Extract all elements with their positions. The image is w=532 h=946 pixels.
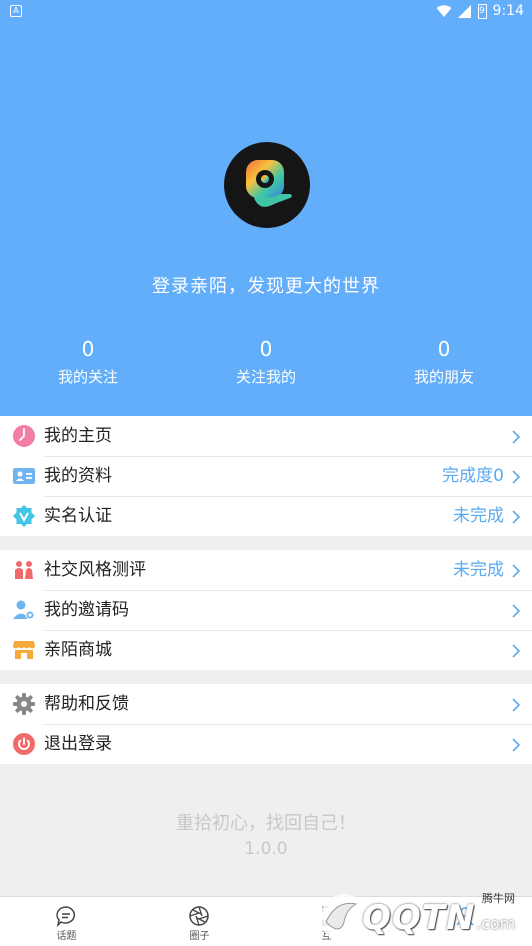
clock-icon bbox=[13, 425, 35, 447]
login-prompt[interactable]: 登录亲陌，发现更大的世界 bbox=[0, 272, 532, 298]
stat-label: 关注我的 bbox=[235, 368, 296, 386]
menu-item-label: 我的资料 bbox=[44, 466, 112, 486]
menu-item-help-feedback[interactable]: 帮助和反馈 bbox=[0, 684, 532, 724]
tab-topics[interactable]: 话题 bbox=[0, 897, 133, 946]
profile-header: A 9 9:14 登录亲陌，发现更大的世界 0 我的关注 0 关注我的 0 我的… bbox=[0, 0, 532, 416]
signal-icon bbox=[457, 4, 471, 18]
avatar[interactable] bbox=[224, 142, 310, 228]
tab-label: 话题 bbox=[56, 931, 77, 942]
tab-label: 圈子 bbox=[189, 931, 210, 942]
tab-circles[interactable]: 圈子 bbox=[133, 897, 266, 946]
menu-item-label: 我的主页 bbox=[44, 426, 112, 446]
people-icon bbox=[13, 559, 35, 581]
chevron-right-icon bbox=[512, 604, 521, 618]
chevron-right-icon bbox=[512, 510, 521, 524]
user-invite-icon bbox=[13, 599, 35, 621]
aperture-icon bbox=[189, 906, 209, 926]
battery-icon: 9 bbox=[477, 3, 487, 19]
chevron-right-icon bbox=[512, 430, 521, 444]
id-card-icon bbox=[13, 465, 35, 487]
stat-label: 我的朋友 bbox=[413, 368, 474, 386]
menu-item-logout[interactable]: 退出登录 bbox=[0, 724, 532, 764]
menu-item-label: 社交风格测评 bbox=[44, 560, 146, 580]
chevron-right-icon bbox=[512, 738, 521, 752]
watermark-site-name: 腾牛网 bbox=[482, 892, 515, 905]
chevron-right-icon bbox=[512, 564, 521, 578]
chevron-right-icon bbox=[512, 644, 521, 658]
menu-item-my-invite-code[interactable]: 我的邀请码 bbox=[0, 590, 532, 630]
watermark-text: QQTN bbox=[362, 898, 476, 938]
stat-friends[interactable]: 0 我的朋友 bbox=[374, 336, 514, 389]
menu-item-label: 我的邀请码 bbox=[44, 600, 129, 620]
version-text: 1.0.0 bbox=[244, 839, 288, 859]
clock-time: 9:14 bbox=[492, 3, 524, 19]
menu-group-settings: 帮助和反馈 退出登录 bbox=[0, 684, 532, 764]
wifi-icon bbox=[436, 4, 452, 17]
menu-item-real-name-verify[interactable]: 实名认证 未完成 bbox=[0, 496, 532, 536]
menu-item-label: 帮助和反馈 bbox=[44, 694, 129, 714]
stat-label: 我的关注 bbox=[57, 368, 118, 386]
stat-followers[interactable]: 0 关注我的 bbox=[196, 336, 336, 389]
menu-item-shop[interactable]: 亲陌商城 bbox=[0, 630, 532, 670]
menu-item-label: 亲陌商城 bbox=[44, 640, 112, 660]
battery-level: 9 bbox=[479, 5, 485, 16]
chevron-right-icon bbox=[512, 470, 521, 484]
verified-badge-icon bbox=[13, 505, 35, 527]
status-bar: A 9 9:14 bbox=[0, 0, 532, 24]
watermark: QQTN .com 腾牛网 bbox=[312, 888, 532, 946]
sim-indicator: A bbox=[10, 5, 22, 17]
menu-group-social: 社交风格测评 未完成 我的邀请码 亲陌商城 bbox=[0, 550, 532, 670]
stat-value: 0 bbox=[81, 337, 95, 361]
chevron-right-icon bbox=[512, 698, 521, 712]
menu-item-social-style-test[interactable]: 社交风格测评 未完成 bbox=[0, 550, 532, 590]
watermark-domain: .com bbox=[476, 914, 516, 933]
power-icon bbox=[13, 733, 35, 755]
app-logo-icon bbox=[246, 160, 292, 207]
stat-value: 0 bbox=[437, 337, 451, 361]
menu-item-label: 退出登录 bbox=[44, 734, 112, 754]
menu-item-my-profile[interactable]: 我的资料 完成度0 bbox=[0, 456, 532, 496]
menu-item-value: 未完成 bbox=[453, 560, 504, 580]
menu-item-my-homepage[interactable]: 我的主页 bbox=[0, 416, 532, 456]
menu-item-label: 实名认证 bbox=[44, 506, 112, 526]
stat-following[interactable]: 0 我的关注 bbox=[18, 336, 158, 389]
shop-icon bbox=[13, 639, 35, 661]
gear-icon bbox=[13, 693, 35, 715]
stat-value: 0 bbox=[259, 337, 273, 361]
slogan-text: 重拾初心，找回自己！ bbox=[176, 813, 356, 834]
menu-item-value: 完成度0 bbox=[442, 466, 504, 486]
chat-bubble-icon bbox=[56, 906, 75, 928]
menu-item-value: 未完成 bbox=[453, 506, 504, 526]
menu-group-account: 我的主页 我的资料 完成度0 实名认证 未完成 bbox=[0, 416, 532, 536]
